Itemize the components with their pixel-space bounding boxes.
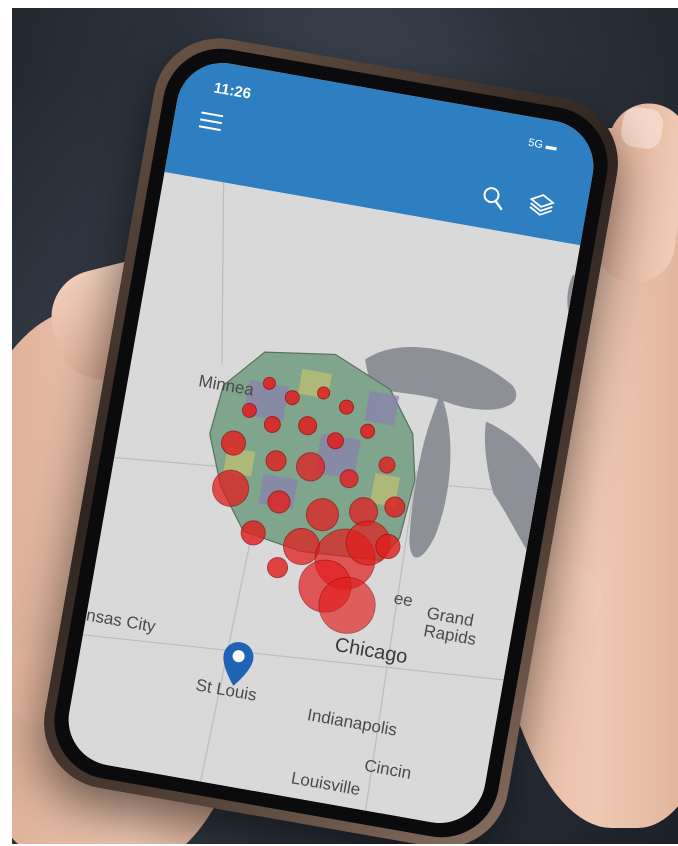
signal-text: 5G	[527, 136, 544, 152]
right-index-nail	[619, 105, 665, 151]
phone-screen: 11:26 5G ▬ Minnea ee Grand Rapids Chicag…	[61, 55, 601, 831]
layers-icon[interactable]	[526, 190, 556, 220]
status-signal: 5G ▬	[527, 137, 557, 154]
map-view[interactable]: Minnea ee Grand Rapids Chicago nsas City…	[61, 171, 600, 831]
battery-icon: ▬	[544, 139, 558, 154]
search-icon[interactable]	[479, 184, 507, 212]
menu-icon[interactable]	[198, 111, 224, 132]
photo-scene: 11:26 5G ▬ Minnea ee Grand Rapids Chicag…	[12, 8, 678, 844]
status-time: 11:26	[212, 79, 253, 103]
label-milwaukee: ee	[392, 588, 415, 611]
